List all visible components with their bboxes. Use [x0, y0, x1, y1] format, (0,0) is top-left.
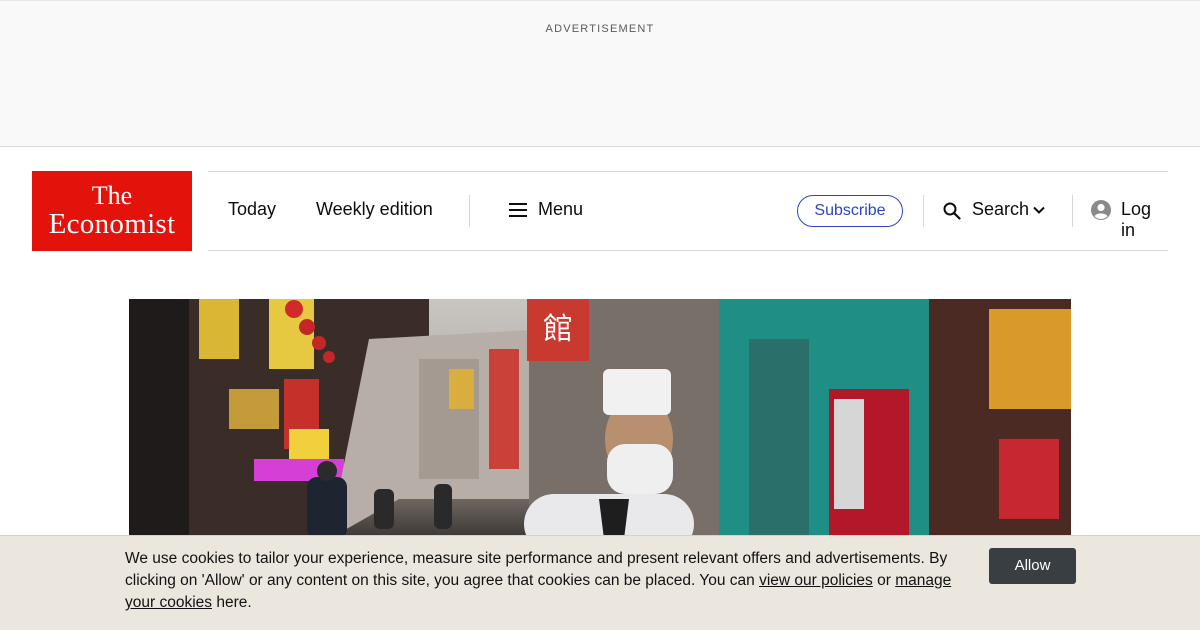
magnifier-icon[interactable]	[943, 202, 961, 220]
advertisement-label: ADVERTISEMENT	[545, 23, 655, 35]
allow-cookies-button[interactable]: Allow	[989, 548, 1076, 584]
login-link[interactable]: Log in	[1121, 199, 1168, 241]
nav-divider	[923, 195, 924, 227]
hero-sign-text: 館	[543, 312, 573, 347]
cookie-text-part-2: or	[872, 572, 896, 589]
cookie-banner: We use cookies to tailor your experience…	[0, 535, 1200, 630]
nav-divider	[1072, 195, 1073, 227]
advertisement-zone: ADVERTISEMENT	[0, 0, 1200, 147]
hero-image[interactable]: 館	[129, 299, 1071, 539]
top-navigation: Today Weekly edition Menu Subscribe Sear…	[208, 171, 1168, 251]
economist-logo[interactable]: The Economist	[32, 171, 192, 251]
nav-weekly-edition-link[interactable]: Weekly edition	[316, 199, 433, 220]
logo-line-2: Economist	[48, 208, 176, 240]
logo-line-1: The	[91, 181, 133, 210]
search-button[interactable]: Search	[972, 199, 1029, 220]
nav-divider	[469, 195, 470, 227]
view-policies-link[interactable]: view our policies	[759, 572, 873, 589]
menu-button[interactable]: Menu	[538, 199, 583, 220]
cookie-message: We use cookies to tailor your experience…	[125, 548, 975, 614]
chevron-down-icon[interactable]	[1032, 203, 1046, 217]
cookie-text-part-3: here.	[212, 594, 252, 611]
subscribe-button[interactable]: Subscribe	[797, 195, 903, 227]
nav-today-link[interactable]: Today	[228, 199, 276, 220]
user-circle-icon[interactable]	[1090, 199, 1112, 221]
hamburger-icon[interactable]	[509, 203, 527, 217]
